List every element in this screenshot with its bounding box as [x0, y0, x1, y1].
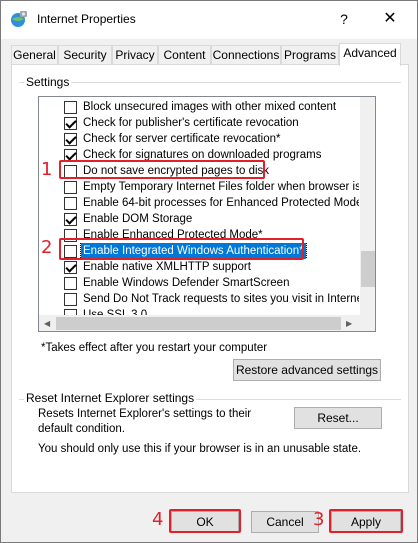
list-item[interactable]: Check for server certificate revocation* — [39, 131, 359, 147]
checkbox[interactable] — [64, 181, 77, 194]
checkbox[interactable] — [64, 261, 77, 274]
checkbox[interactable] — [64, 197, 77, 210]
close-button[interactable]: ✕ — [373, 7, 407, 31]
tab-programs[interactable]: Programs — [281, 45, 339, 65]
list-item[interactable]: Enable native XMLHTTP support — [39, 259, 359, 275]
reset-button[interactable]: Reset... — [294, 407, 382, 429]
tab-general[interactable]: General — [11, 45, 58, 65]
checkbox[interactable] — [64, 277, 77, 290]
tab-connections[interactable]: Connections — [211, 45, 281, 65]
list-item-label: Enable native XMLHTTP support — [83, 261, 251, 273]
annotation-number-1: 1 — [41, 159, 53, 180]
list-item-label: Empty Temporary Internet Files folder wh… — [83, 181, 359, 193]
list-item[interactable]: Block unsecured images with other mixed … — [39, 99, 359, 115]
checkbox[interactable] — [64, 213, 77, 226]
list-item[interactable]: Enable DOM Storage — [39, 211, 359, 227]
list-item[interactable]: Send Do Not Track requests to sites you … — [39, 291, 359, 307]
annotation-box-1 — [59, 160, 265, 179]
list-item[interactable]: Use SSL 3.0 — [39, 307, 359, 315]
reset-description: Resets Internet Explorer's settings to t… — [38, 408, 252, 435]
scroll-left-icon[interactable]: ◀ — [44, 315, 50, 331]
checkbox[interactable] — [64, 293, 77, 306]
list-item-label: Enable 64-bit processes for Enhanced Pro… — [83, 197, 359, 209]
internet-properties-dialog: Internet Properties ? ✕ General Security… — [0, 0, 418, 543]
list-item[interactable]: Check for publisher's certificate revoca… — [39, 115, 359, 131]
checkbox[interactable] — [64, 101, 77, 114]
annotation-box-2 — [59, 238, 304, 260]
title-bar: Internet Properties ? ✕ — [1, 1, 417, 39]
list-item-label: Use SSL 3.0 — [83, 309, 148, 315]
reset-warning: You should only use this if your browser… — [38, 443, 362, 455]
tab-advanced[interactable]: Advanced — [339, 43, 401, 66]
list-item-label: Check for publisher's certificate revoca… — [83, 117, 299, 129]
checkbox[interactable] — [64, 117, 77, 130]
checkbox[interactable] — [64, 133, 77, 146]
reset-group-label: Reset Internet Explorer settings — [24, 391, 197, 405]
list-item[interactable]: Empty Temporary Internet Files folder wh… — [39, 179, 359, 195]
scroll-right-icon[interactable]: ▶ — [346, 315, 352, 331]
settings-list[interactable]: Block unsecured images with other mixed … — [38, 96, 376, 332]
settings-group-label: Settings — [24, 75, 72, 89]
list-item[interactable]: Enable Windows Defender SmartScreen — [39, 275, 359, 291]
annotation-box-3 — [329, 509, 403, 533]
horizontal-scrollbar[interactable]: ◀ ▶ — [39, 315, 375, 331]
tab-content[interactable]: Content — [158, 45, 211, 65]
list-item-label: Send Do Not Track requests to sites you … — [83, 293, 359, 305]
annotation-box-4 — [169, 509, 241, 533]
list-item-label: Enable DOM Storage — [83, 213, 193, 225]
restore-advanced-settings-button[interactable]: Restore advanced settings — [233, 359, 381, 381]
restart-note: *Takes effect after you restart your com… — [41, 342, 268, 354]
tab-security[interactable]: Security — [58, 45, 112, 65]
list-item-label: Block unsecured images with other mixed … — [83, 101, 337, 113]
annotation-number-2: 2 — [41, 237, 53, 258]
annotation-number-4: 4 — [152, 509, 164, 530]
vertical-scrollbar[interactable] — [360, 97, 375, 315]
internet-properties-icon — [11, 11, 27, 27]
horizontal-scroll-thumb[interactable] — [56, 317, 341, 330]
tab-strip: General Security Privacy Content Connect… — [11, 43, 409, 66]
help-button[interactable]: ? — [327, 7, 361, 31]
vertical-scroll-thumb[interactable] — [361, 251, 375, 287]
tab-privacy[interactable]: Privacy — [112, 45, 158, 65]
cancel-button[interactable]: Cancel — [251, 511, 319, 533]
list-item[interactable]: Enable 64-bit processes for Enhanced Pro… — [39, 195, 359, 211]
window-title: Internet Properties — [37, 12, 136, 26]
settings-group-line — [19, 82, 401, 83]
list-item-label: Enable Windows Defender SmartScreen — [83, 277, 290, 289]
annotation-number-3: 3 — [313, 509, 325, 530]
list-item-label: Check for server certificate revocation* — [83, 133, 281, 145]
